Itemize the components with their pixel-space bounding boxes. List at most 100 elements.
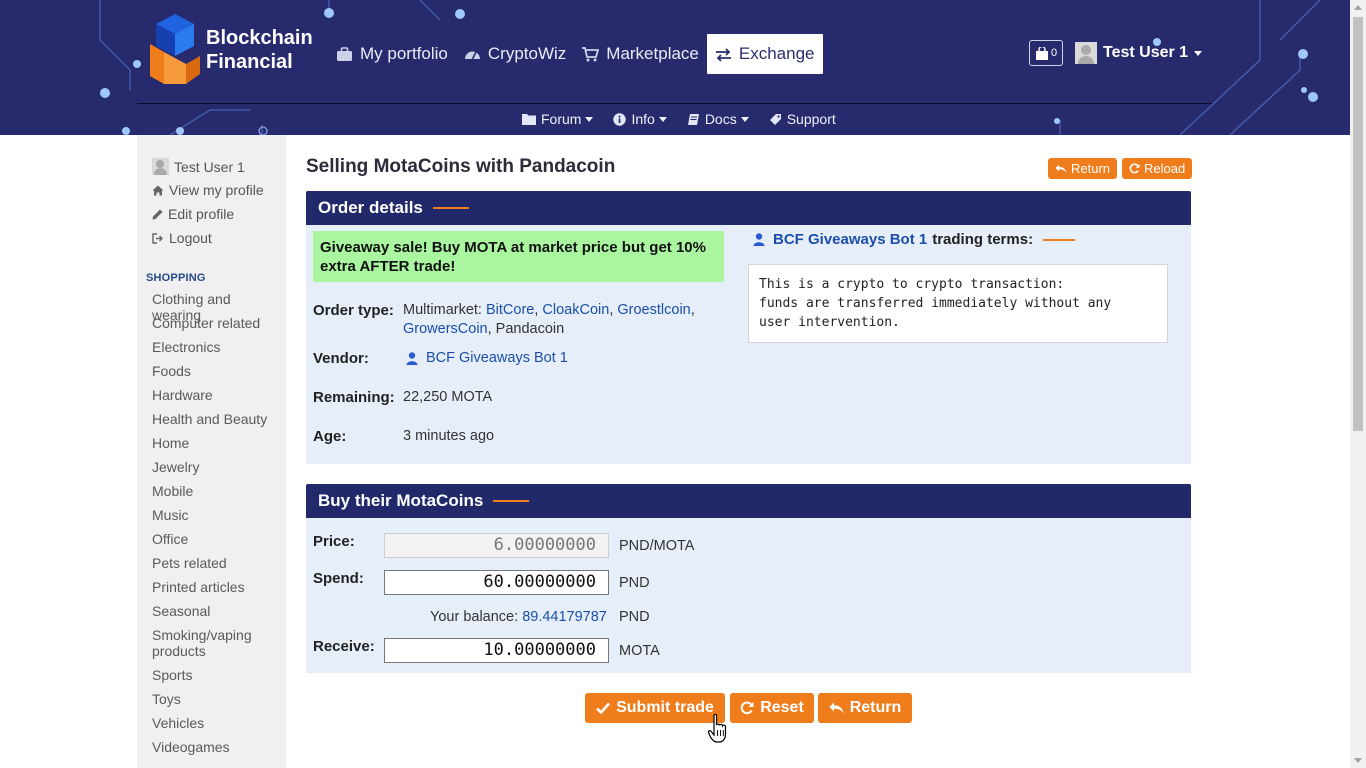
submit-label: Submit trade	[616, 699, 714, 716]
sidebar-link-view-profile[interactable]: View my profile	[152, 182, 264, 198]
site-logo[interactable]: Blockchain Financial	[146, 10, 313, 90]
logo-line-2: Financial	[206, 51, 293, 73]
sidebar-user[interactable]: Test User 1	[152, 158, 245, 175]
submit-trade-button[interactable]: Submit trade	[585, 693, 725, 723]
buy-panel: Buy their MotaCoins Price: 6.00000000 PN…	[306, 484, 1191, 673]
balance-row: Your balance: 89.44179787	[430, 609, 607, 625]
sidebar-category[interactable]: Health and Beauty	[152, 411, 282, 427]
sidebar-category[interactable]: Mobile	[152, 483, 282, 499]
page-scrollbar[interactable]	[1350, 0, 1366, 768]
return-button-bottom[interactable]: Return	[818, 693, 912, 723]
scroll-thumb[interactable]	[1353, 17, 1363, 431]
balance-link[interactable]: 89.44179787	[522, 609, 607, 625]
order-type-label: Order type:	[313, 302, 394, 319]
sidebar-category[interactable]: Music	[152, 507, 282, 523]
sidebar-user-name: Test User 1	[174, 158, 245, 175]
trading-terms-title: BCF Giveaways Bot 1 trading terms:	[753, 231, 1076, 248]
sidebar-link-logout[interactable]: Logout	[152, 230, 212, 246]
sidebar-category[interactable]: Computer related	[152, 315, 282, 331]
sidebar-category[interactable]: Pets related	[152, 555, 282, 571]
nav-marketplace[interactable]: Marketplace	[574, 34, 707, 74]
sidebar-category[interactable]: Smoking/vaping products	[152, 627, 262, 659]
home-icon	[152, 185, 164, 195]
receive-unit: MOTA	[619, 643, 660, 659]
sidebar-link-label: View my profile	[169, 182, 264, 198]
terms-suffix: trading terms:	[932, 231, 1034, 248]
reload-button[interactable]: Reload	[1122, 158, 1193, 179]
sidebar-category[interactable]: Seasonal	[152, 603, 282, 619]
buy-heading: Buy their MotaCoins	[306, 484, 1191, 518]
reset-button[interactable]: Reset	[730, 693, 814, 723]
cart-button[interactable]: 0	[1029, 40, 1063, 66]
giveaway-notice: Giveaway sale! Buy MOTA at market price …	[313, 231, 724, 282]
subnav-label: Support	[786, 111, 836, 127]
book-icon	[687, 113, 699, 125]
sidebar-category[interactable]: Home	[152, 435, 282, 451]
market-link-cloakcoin[interactable]: CloakCoin	[542, 302, 609, 318]
check-icon	[596, 702, 611, 714]
price-input: 6.00000000	[384, 533, 609, 558]
age-label: Age:	[313, 428, 347, 445]
sidebar-category[interactable]: Foods	[152, 363, 282, 379]
market-link-groestlcoin[interactable]: Groestlcoin	[617, 302, 690, 318]
order-details-panel: Order details Giveaway sale! Buy MOTA at…	[306, 191, 1191, 464]
subnav-forum[interactable]: Forum	[522, 108, 594, 130]
nav-label: My portfolio	[360, 44, 448, 63]
terms-vendor-link[interactable]: BCF Giveaways Bot 1	[773, 231, 927, 248]
nav-label: Marketplace	[606, 44, 699, 63]
logo-line-1: Blockchain	[206, 27, 313, 49]
order-type-value: Multimarket: BitCore, CloakCoin, Groestl…	[403, 302, 695, 337]
sidebar-category[interactable]: Printed articles	[152, 579, 282, 595]
sidebar-category[interactable]: Office	[152, 531, 282, 547]
remaining-label: Remaining:	[313, 389, 395, 406]
sidebar-category[interactable]: Toys	[152, 691, 282, 707]
refresh-icon	[740, 701, 754, 715]
user-name: Test User 1	[1103, 44, 1189, 61]
nav-exchange[interactable]: Exchange	[706, 34, 823, 74]
receive-label: Receive:	[313, 638, 375, 655]
chevron-down-icon	[658, 116, 667, 122]
sidebar-category[interactable]: Vehicles	[152, 715, 282, 731]
trading-terms-box: This is a crypto to crypto transaction: …	[748, 264, 1168, 343]
spend-unit: PND	[619, 575, 650, 591]
return-button-top[interactable]: Return	[1048, 158, 1118, 179]
market-pandacoin: Pandacoin	[495, 321, 565, 337]
subnav-docs[interactable]: Docs	[687, 108, 749, 130]
hand-cursor-icon	[707, 713, 727, 743]
return-label: Return	[1071, 161, 1111, 176]
receive-input[interactable]: 10.00000000	[384, 638, 609, 663]
main-nav: My portfolio CryptoWiz Marketplace Excha…	[328, 34, 823, 74]
avatar	[1075, 42, 1097, 64]
order-type-prefix: Multimarket:	[403, 302, 482, 318]
spend-label: Spend:	[313, 570, 364, 587]
logo-text: Blockchain Financial	[206, 26, 313, 74]
sidebar-category[interactable]: Videogames	[152, 739, 282, 755]
scroll-up-icon[interactable]	[1354, 5, 1362, 10]
sidebar-category[interactable]: Electronics	[152, 339, 282, 355]
sidebar-category[interactable]: Sports	[152, 667, 282, 683]
sidebar-category[interactable]: Hardware	[152, 387, 282, 403]
sidebar-category[interactable]: Jewelry	[152, 459, 282, 475]
vendor-link[interactable]: BCF Giveaways Bot 1	[426, 349, 568, 368]
scroll-down-icon[interactable]	[1354, 758, 1362, 763]
nav-my-portfolio[interactable]: My portfolio	[328, 34, 456, 74]
age-value: 3 minutes ago	[403, 428, 495, 444]
balance-label: Your balance:	[430, 609, 519, 625]
sidebar-link-edit-profile[interactable]: Edit profile	[152, 206, 234, 222]
subnav-label: Docs	[704, 111, 737, 127]
nav-cryptowiz[interactable]: CryptoWiz	[456, 34, 574, 74]
market-link-bitcore[interactable]: BitCore	[486, 302, 534, 318]
user-menu[interactable]: Test User 1	[1075, 42, 1203, 64]
subnav-info[interactable]: Info	[613, 108, 667, 130]
market-link-growerscoin[interactable]: GrowersCoin	[403, 321, 488, 337]
briefcase-icon	[337, 46, 352, 61]
user-icon	[406, 352, 418, 365]
reply-icon	[829, 702, 844, 714]
spend-input[interactable]: 60.00000000	[384, 570, 609, 595]
sub-nav: Forum Info Docs Support	[522, 108, 856, 130]
title-underline	[493, 500, 530, 502]
subnav-support[interactable]: Support	[769, 108, 836, 130]
cart-count: 0	[1050, 47, 1058, 59]
sidebar-link-label: Edit profile	[168, 206, 235, 222]
sidebar: Test User 1 View my profile Edit profile…	[137, 135, 286, 768]
